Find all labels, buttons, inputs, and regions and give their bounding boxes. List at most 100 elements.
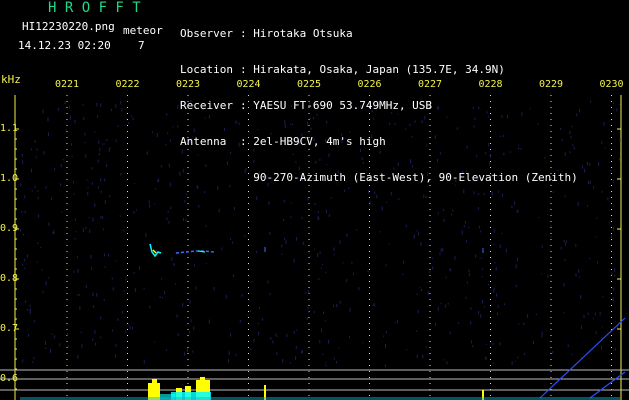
noise-dot: [293, 331, 295, 334]
noise-dot: [106, 139, 108, 141]
noise-dot: [258, 331, 259, 335]
noise-dot: [185, 218, 187, 222]
noise-dot: [97, 159, 99, 163]
noise-dot: [89, 229, 91, 233]
noise-dot: [612, 179, 614, 183]
noise-dot: [115, 139, 117, 142]
noise-dot: [159, 296, 161, 298]
noise-dot: [78, 293, 80, 296]
noise-dot: [523, 322, 525, 325]
noise-dot: [275, 333, 277, 337]
noise-dot: [614, 274, 616, 277]
noise-dot: [76, 256, 78, 259]
noise-dot: [550, 224, 552, 227]
noise-dot: [276, 335, 278, 337]
noise-dot: [342, 262, 344, 264]
noise-dot: [47, 117, 49, 122]
noise-dot: [470, 307, 472, 310]
noise-dot: [281, 253, 283, 255]
noise-dot: [172, 126, 174, 128]
noise-dot: [64, 101, 66, 104]
noise-dot: [333, 253, 335, 256]
noise-dot: [138, 265, 140, 270]
noise-dot: [24, 267, 26, 270]
noise-dot: [550, 236, 552, 238]
noise-dot: [85, 284, 87, 289]
noise-dot: [34, 185, 36, 188]
noise-dot: [168, 220, 170, 224]
noise-dot: [84, 141, 86, 144]
noise-dot: [106, 164, 107, 167]
noise-dot: [281, 244, 283, 248]
noise-dot: [239, 320, 241, 323]
noise-dot: [104, 178, 106, 182]
noise-dot: [328, 214, 330, 217]
noise-dot: [290, 202, 292, 204]
noise-dot: [398, 198, 400, 201]
noise-dot: [102, 215, 104, 219]
noise-dot: [165, 144, 167, 146]
noise-dot: [584, 168, 586, 173]
noise-dot: [446, 361, 448, 364]
noise-dot: [422, 354, 424, 359]
noise-dot: [320, 267, 322, 269]
noise-dot: [614, 268, 615, 272]
noise-dot: [153, 203, 155, 205]
noise-dot: [190, 319, 192, 323]
noise-dot: [593, 186, 595, 189]
noise-dot: [176, 314, 178, 318]
noise-dot: [607, 197, 609, 201]
noise-dot: [24, 195, 26, 199]
noise-dot: [45, 347, 47, 350]
noise-dot: [184, 200, 186, 203]
noise-dot: [186, 347, 188, 352]
x-tick-label: 0225: [297, 79, 322, 90]
noise-dot: [475, 254, 477, 258]
noise-dot: [454, 255, 456, 260]
noise-dot: [208, 319, 210, 324]
noise-dot: [115, 343, 117, 347]
noise-dot: [346, 233, 348, 237]
noise-dot: [612, 297, 614, 302]
noise-dot: [37, 196, 39, 200]
noise-dot: [143, 287, 145, 290]
noise-dot: [129, 326, 131, 330]
noise-dot: [309, 255, 311, 258]
noise-dot: [301, 351, 302, 354]
noise-dot: [256, 250, 258, 253]
noise-dot: [586, 205, 588, 207]
noise-dot: [177, 333, 179, 337]
noise-dot: [247, 314, 249, 316]
noise-dot: [325, 361, 327, 363]
meteor-label: meteor: [123, 24, 163, 37]
noise-dot: [494, 262, 496, 264]
noise-dot: [336, 361, 337, 364]
app-brand: H R O F F T: [48, 0, 141, 16]
noise-dot: [488, 283, 489, 286]
noise-dot: [54, 168, 56, 171]
noise-dot: [85, 154, 87, 158]
noise-dot: [168, 163, 170, 168]
noise-dot: [117, 318, 119, 321]
noise-dot: [284, 237, 286, 240]
noise-dot: [496, 293, 497, 297]
noise-dot: [283, 200, 285, 203]
noise-dot: [128, 122, 130, 124]
noise-dot: [358, 287, 360, 291]
noise-dot: [42, 109, 44, 114]
noise-dot: [319, 251, 321, 254]
x-tick-label: 0222: [115, 79, 140, 90]
noise-dot: [307, 197, 309, 201]
noise-dot: [125, 330, 127, 333]
noise-dot: [103, 143, 105, 145]
noise-dot: [328, 339, 330, 344]
noise-dot: [472, 345, 474, 348]
noise-dot: [62, 158, 64, 161]
noise-dot: [269, 231, 271, 235]
noise-dot: [602, 295, 604, 298]
noise-dot: [230, 238, 231, 240]
noise-dot: [152, 131, 154, 134]
noise-dot: [100, 336, 102, 339]
noise-dot: [515, 264, 517, 269]
noise-dot: [435, 323, 436, 326]
